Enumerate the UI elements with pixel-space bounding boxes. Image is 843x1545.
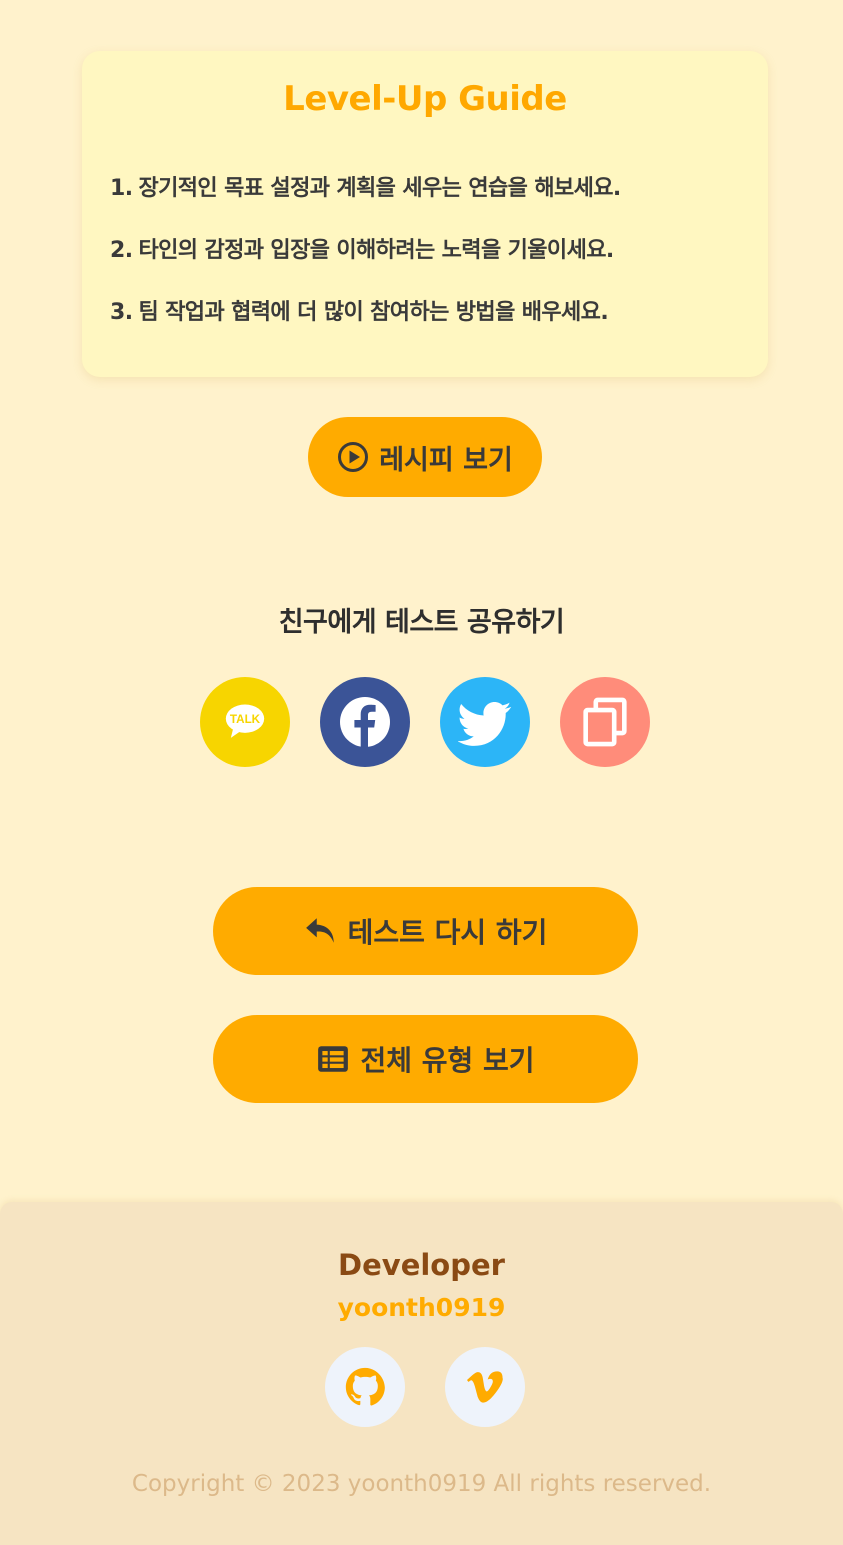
guide-item-text: 타인의 감정과 입장을 이해하려는 노력을 기울이세요. — [138, 238, 614, 263]
footer: Developer yoonth0919 Copyright © 2023 yo… — [0, 1202, 843, 1545]
vimeo-link[interactable] — [445, 1347, 525, 1427]
guide-item-text: 팀 작업과 협력에 더 많이 참여하는 방법을 배우세요. — [138, 300, 609, 325]
guide-item: 2. 타인의 감정과 입장을 이해하려는 노력을 기울이세요. — [110, 231, 750, 293]
guide-item-number: 2. — [110, 238, 133, 263]
github-link[interactable] — [325, 1347, 405, 1427]
view-all-types-label: 전체 유형 보기 — [360, 1044, 535, 1077]
table-list-icon — [316, 1042, 350, 1076]
view-recipe-button[interactable]: 레시피 보기 — [308, 417, 542, 497]
guide-item-number: 1. — [110, 176, 133, 201]
facebook-icon — [339, 696, 391, 748]
guide-list: 1. 장기적인 목표 설정과 계획을 세우는 연습을 해보세요. 2. 타인의 감정… — [110, 169, 750, 355]
guide-item-text: 장기적인 목표 설정과 계획을 세우는 연습을 해보세요. — [138, 176, 621, 201]
copy-icon — [582, 697, 628, 747]
retry-test-button[interactable]: 테스트 다시 하기 — [213, 887, 638, 975]
developer-title: Developer — [338, 1248, 505, 1282]
kakaotalk-icon-label: TALK — [230, 713, 261, 726]
share-buttons: TALK — [200, 677, 650, 767]
share-facebook-button[interactable] — [320, 677, 410, 767]
share-title: 친구에게 테스트 공유하기 — [278, 607, 565, 638]
retry-test-label: 테스트 다시 하기 — [347, 916, 548, 949]
result-page: Level-Up Guide 1. 장기적인 목표 설정과 계획을 세우는 연습을… — [0, 0, 843, 1545]
guide-item-number: 3. — [110, 300, 133, 325]
twitter-icon — [458, 695, 512, 749]
guide-title: Level-Up Guide — [283, 79, 567, 119]
guide-item: 3. 팀 작업과 협력에 더 많이 참여하는 방법을 배우세요. — [110, 293, 750, 355]
kakaotalk-icon: TALK — [220, 701, 270, 743]
developer-handle: yoonth0919 — [337, 1293, 506, 1322]
copyright: Copyright © 2023 yoonth0919 All rights r… — [131, 1471, 712, 1497]
level-up-guide-card: Level-Up Guide 1. 장기적인 목표 설정과 계획을 세우는 연습을… — [82, 51, 768, 377]
view-recipe-label: 레시피 보기 — [379, 444, 513, 476]
github-icon — [345, 1367, 385, 1407]
reply-arrow-icon — [304, 914, 338, 948]
share-twitter-button[interactable] — [440, 677, 530, 767]
view-all-types-button[interactable]: 전체 유형 보기 — [213, 1015, 638, 1103]
vimeo-icon — [467, 1369, 503, 1405]
copy-link-button[interactable] — [560, 677, 650, 767]
play-circle-icon — [337, 441, 369, 473]
share-kakao-button[interactable]: TALK — [200, 677, 290, 767]
guide-item: 1. 장기적인 목표 설정과 계획을 세우는 연습을 해보세요. — [110, 169, 750, 231]
